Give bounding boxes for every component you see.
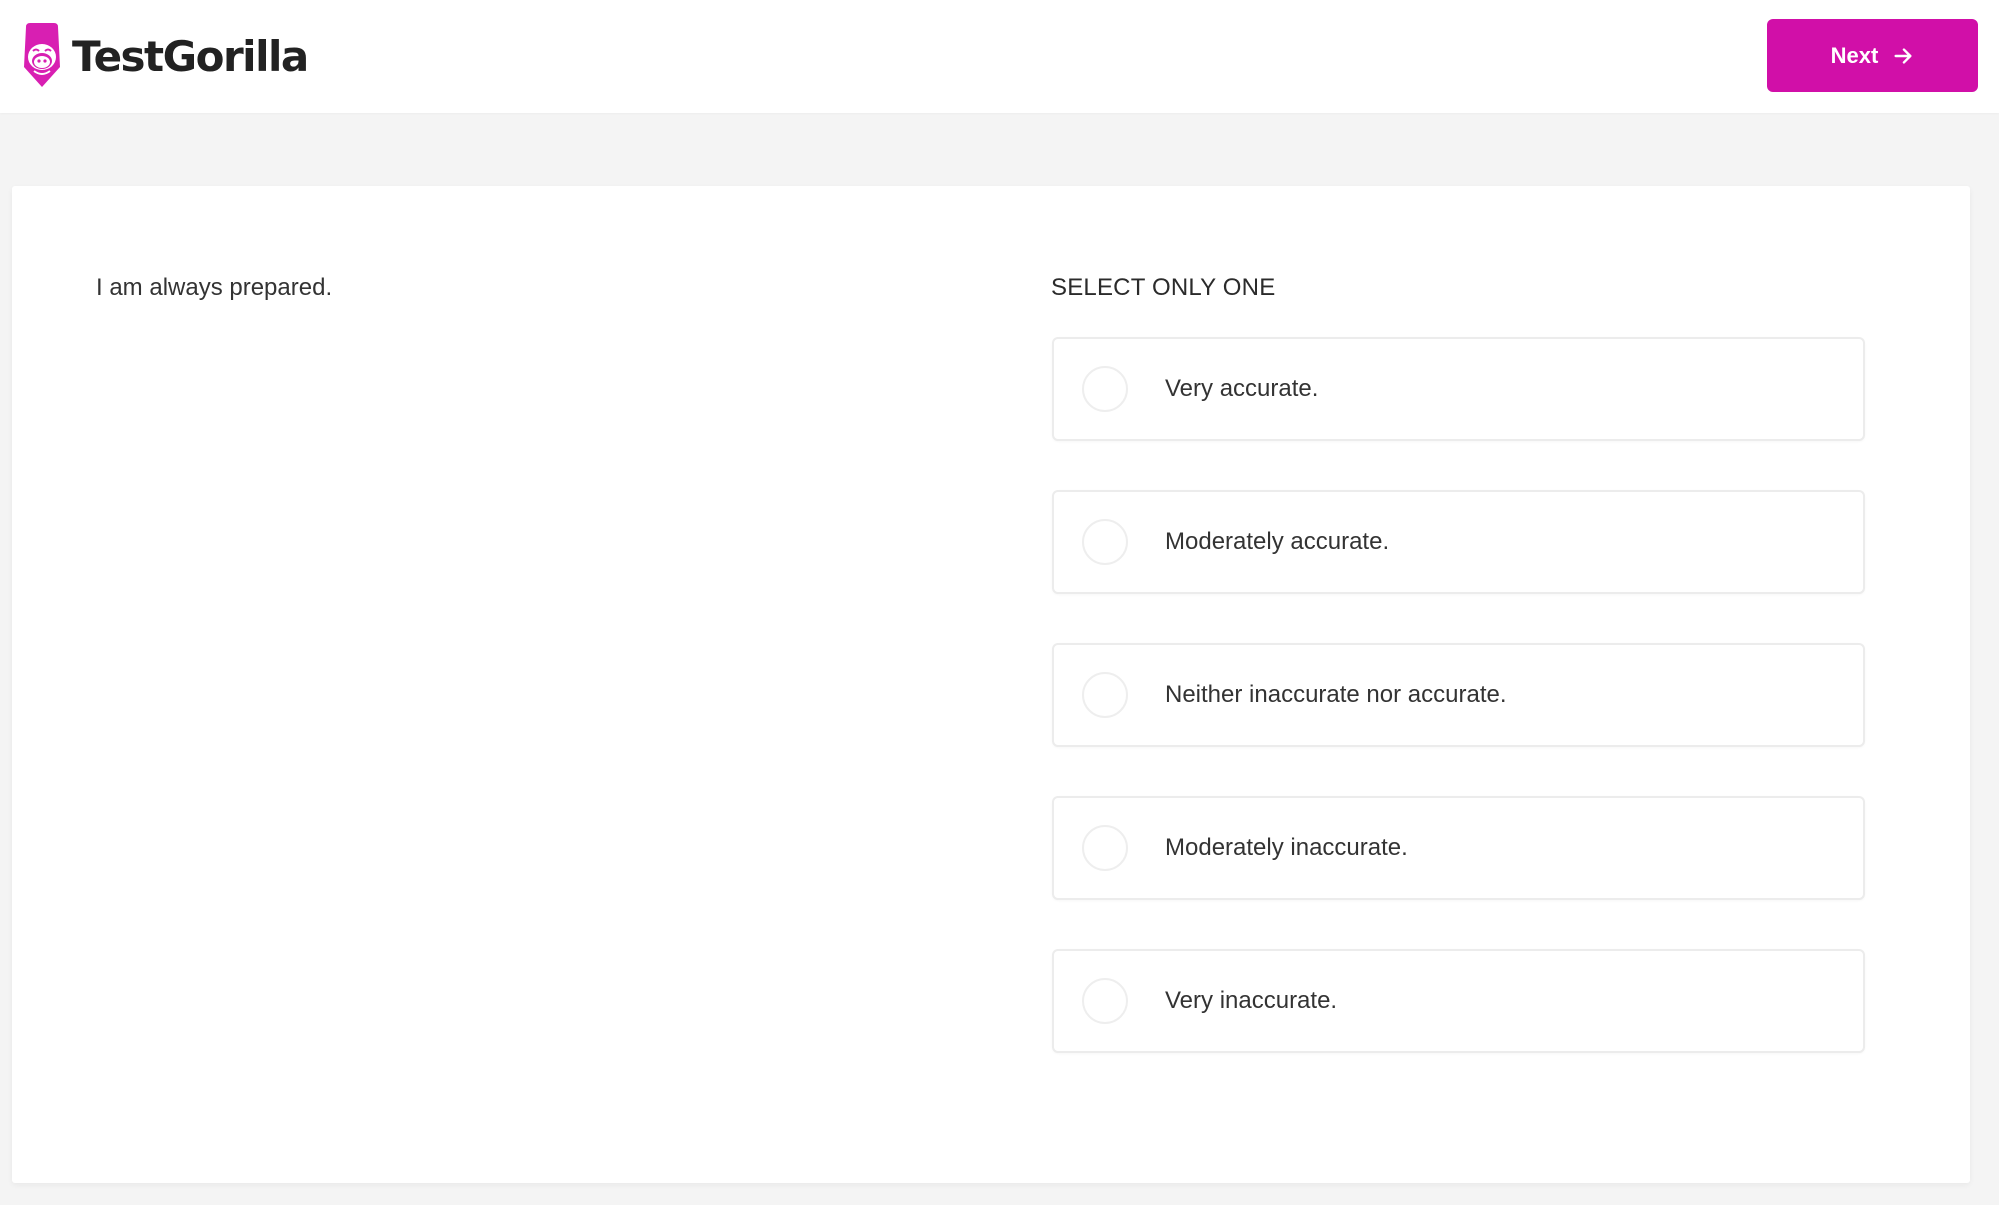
answer-option[interactable]: Moderately inaccurate. bbox=[1052, 796, 1865, 900]
answer-option-label: Moderately accurate. bbox=[1165, 528, 1390, 555]
radio-button[interactable] bbox=[1082, 672, 1128, 718]
answer-option-label: Moderately inaccurate. bbox=[1165, 834, 1408, 861]
radio-button[interactable] bbox=[1082, 519, 1128, 565]
answer-option[interactable]: Very inaccurate. bbox=[1052, 949, 1865, 1053]
answer-option[interactable]: Neither inaccurate nor accurate. bbox=[1052, 643, 1865, 747]
radio-button[interactable] bbox=[1082, 825, 1128, 871]
arrow-right-icon bbox=[1894, 47, 1912, 64]
next-button[interactable]: Next bbox=[1767, 19, 1978, 92]
answer-option-label: Very inaccurate. bbox=[1165, 987, 1338, 1014]
answer-option[interactable]: Very accurate. bbox=[1052, 337, 1865, 441]
radio-button[interactable] bbox=[1082, 978, 1128, 1024]
testgorilla-logo[interactable]: TestGorilla bbox=[20, 23, 309, 89]
answer-options: Very accurate. Moderately accurate. Neit… bbox=[1052, 337, 1865, 1102]
instruction-label: SELECT ONLY ONE bbox=[1051, 274, 1276, 301]
next-button-label: Next bbox=[1830, 42, 1879, 68]
answer-option[interactable]: Moderately accurate. bbox=[1052, 490, 1865, 594]
answer-option-label: Neither inaccurate nor accurate. bbox=[1165, 681, 1507, 708]
gorilla-icon bbox=[24, 23, 60, 87]
question-text: I am always prepared. bbox=[96, 274, 333, 301]
logo-wordmark: TestGorilla bbox=[72, 31, 309, 81]
radio-button[interactable] bbox=[1082, 366, 1128, 412]
question-card: I am always prepared. SELECT ONLY ONE Ve… bbox=[12, 186, 1970, 1183]
top-header: TestGorilla Next bbox=[0, 0, 1999, 113]
answer-option-label: Very accurate. bbox=[1165, 375, 1319, 402]
